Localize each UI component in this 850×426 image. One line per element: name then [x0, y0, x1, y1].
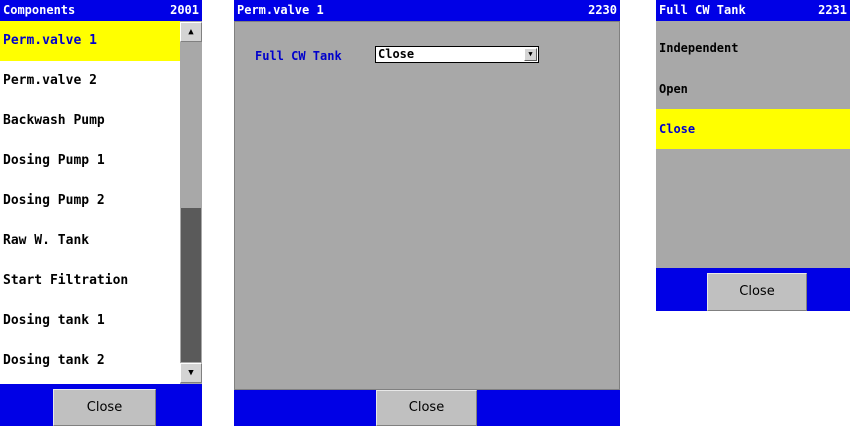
- list-item-dosing-tank-1[interactable]: Dosing tank 1: [0, 301, 180, 341]
- option-close[interactable]: Close: [656, 109, 850, 149]
- valve-panel: Perm.valve 1 2230 Full CW Tank Close ▼ C…: [234, 0, 620, 426]
- valve-body: Full CW Tank Close ▼: [234, 21, 620, 390]
- select-value: Close: [378, 47, 415, 61]
- components-close-button[interactable]: Close: [53, 389, 156, 426]
- arrow-up-icon: ▲: [188, 27, 194, 37]
- chevron-down-icon[interactable]: ▼: [524, 48, 537, 61]
- options-code: 2231: [818, 3, 847, 17]
- options-title: Full CW Tank: [659, 3, 746, 17]
- list-item-raw-w-tank[interactable]: Raw W. Tank: [0, 221, 180, 261]
- list-item-start-filtration[interactable]: Start Filtration: [0, 261, 180, 301]
- scroll-thumb[interactable]: [181, 208, 201, 362]
- option-open[interactable]: Open: [656, 69, 850, 109]
- full-cw-tank-label: Full CW Tank: [255, 49, 342, 63]
- options-body: Independent Open Close: [656, 21, 850, 268]
- components-scrollbar[interactable]: ▲ ▼: [180, 21, 202, 384]
- scroll-down-button[interactable]: ▼: [180, 363, 202, 383]
- list-item-dosing-tank-2[interactable]: Dosing tank 2: [0, 341, 180, 381]
- options-close-button[interactable]: Close: [707, 273, 807, 311]
- options-titlebar: Full CW Tank 2231: [656, 0, 850, 21]
- components-panel: Components 2001 Perm.valve 1 Perm.valve …: [0, 0, 202, 426]
- option-independent[interactable]: Independent: [656, 28, 850, 68]
- list-item-perm-valve-1[interactable]: Perm.valve 1: [0, 21, 180, 61]
- components-footer: Close: [0, 384, 202, 426]
- options-footer: Close: [656, 268, 850, 311]
- valve-footer: Close: [234, 390, 620, 426]
- valve-close-button[interactable]: Close: [376, 390, 477, 426]
- list-item-dosing-pump-1[interactable]: Dosing Pump 1: [0, 141, 180, 181]
- valve-titlebar: Perm.valve 1 2230: [234, 0, 620, 21]
- list-item-perm-valve-2[interactable]: Perm.valve 2: [0, 61, 180, 101]
- list-item-backwash-pump[interactable]: Backwash Pump: [0, 101, 180, 141]
- scroll-up-button[interactable]: ▲: [180, 22, 202, 42]
- full-cw-tank-select[interactable]: Close ▼: [375, 46, 539, 63]
- arrow-down-icon: ▼: [188, 368, 194, 378]
- options-panel: Full CW Tank 2231 Independent Open Close…: [656, 0, 850, 311]
- list-item-dosing-pump-2[interactable]: Dosing Pump 2: [0, 181, 180, 221]
- components-code: 2001: [170, 3, 199, 17]
- components-list: Perm.valve 1 Perm.valve 2 Backwash Pump …: [0, 21, 180, 384]
- components-title: Components: [3, 3, 76, 17]
- components-titlebar: Components 2001: [0, 0, 202, 21]
- valve-title: Perm.valve 1: [237, 3, 324, 17]
- valve-code: 2230: [588, 3, 617, 17]
